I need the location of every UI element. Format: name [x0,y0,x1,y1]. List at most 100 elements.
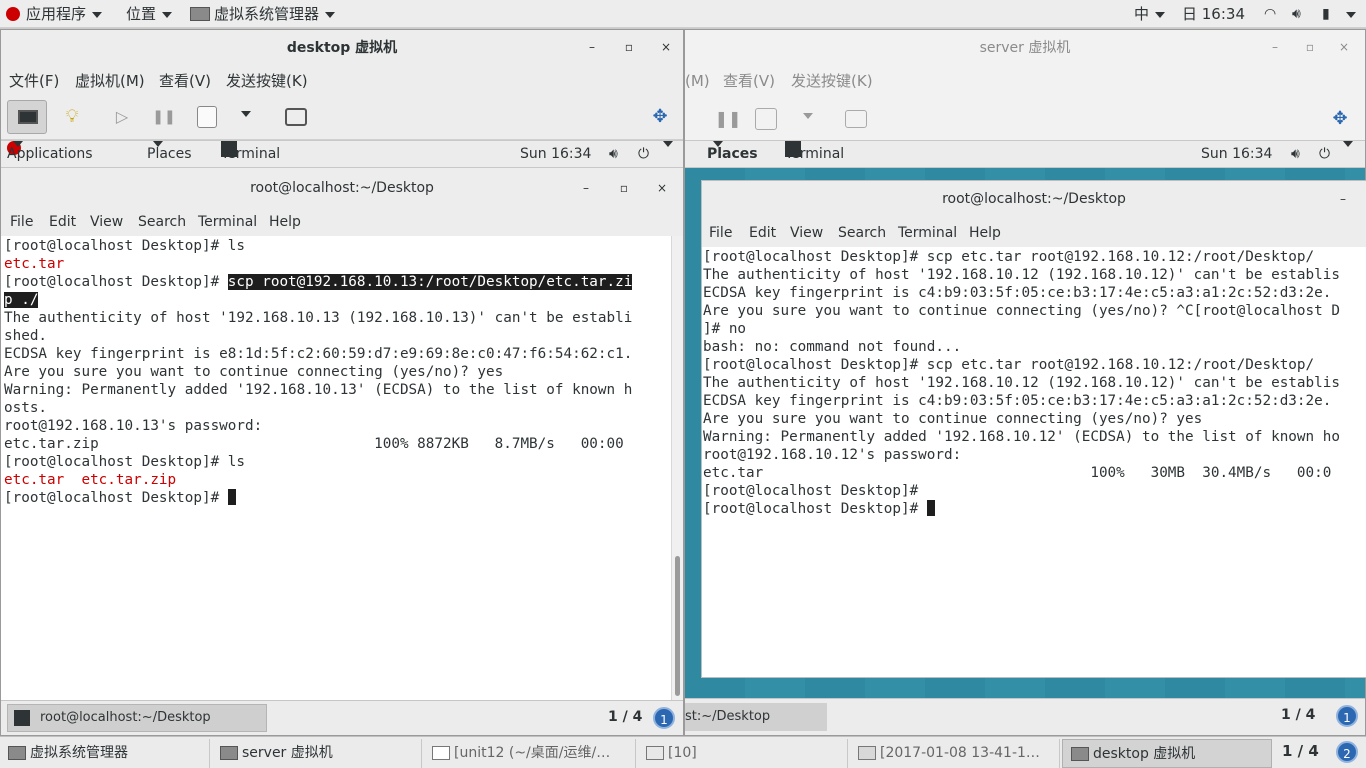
menu-vm[interactable]: (M) [685,66,710,96]
details-lightbulb-icon[interactable]: 💡︎ [57,102,87,132]
text-editor-icon [432,746,450,760]
terminal-text: ECDSA key fingerprint is c4:b9:03:5f:05:… [703,393,1332,409]
terminal-menu-view[interactable]: View [90,208,123,236]
taskbar-item-screenshot[interactable]: [2017-01-08 13-41-1… [850,739,1060,768]
guest-volume-icon[interactable]: 🔊︎ [609,141,618,167]
virt-manager-icon [220,746,238,760]
terminal-text: [root@localhost Desktop]# ls [4,238,246,254]
maximize-button[interactable]: ▫ [622,40,636,54]
guest-power-icon[interactable]: ⏻ [638,141,649,167]
vm-menubar: (M) 查看(V) 发送按键(K) [685,66,1365,96]
taskbar-item-desktop-vm[interactable]: desktop 虚拟机 [1062,739,1272,768]
desktop-terminal-window: root@localhost:~/Desktop – ▫ × File Edit… [1,170,683,700]
guest-taskbar-item[interactable]: st:~/Desktop [685,703,827,731]
terminal-line: shed. [4,327,668,345]
terminal-line: Warning: Permanently added '192.168.10.1… [703,428,1365,446]
volume-icon[interactable]: 🔊︎ [1292,0,1301,28]
terminal-text: etc.tar etc.tar.zip [4,472,177,488]
guest-volume-icon[interactable]: 🔊︎ [1291,141,1300,167]
workspace-pager-label[interactable]: 1 / 4 [1282,742,1319,760]
terminal-menu-file[interactable]: File [709,219,732,247]
terminal-menu-search[interactable]: Search [138,208,186,236]
snapshot-icon[interactable] [845,110,867,128]
power-icon[interactable] [197,106,217,128]
vm-toolbar: 💡︎ ▷ ❚❚ ✥ [1,96,683,140]
terminal-line: etc.tar etc.tar.zip [4,471,668,489]
fullscreen-icon[interactable]: ✥ [1325,104,1355,134]
minimize-button[interactable]: – [1268,40,1282,54]
workspace-pager-label[interactable]: 1 / 4 [608,709,642,725]
terminal-text: [root@localhost Desktop]# scp etc.tar ro… [703,249,1315,265]
terminal-menu-terminal[interactable]: Terminal [898,219,957,247]
terminal-close-button[interactable]: × [655,181,669,195]
places-menu[interactable]: 位置 [126,0,173,28]
menu-view[interactable]: 查看(V) [159,66,211,96]
terminal-text: ECDSA key fingerprint is e8:1d:5f:c2:60:… [4,346,633,362]
terminal-minimize-button[interactable]: – [1336,192,1350,206]
pause-icon[interactable]: ❚❚ [149,102,179,132]
menu-view[interactable]: 查看(V) [723,66,775,96]
terminal-menu-edit[interactable]: Edit [49,208,76,236]
terminal-scrollbar[interactable] [671,236,683,700]
terminal-menu-terminal[interactable]: Terminal [198,208,257,236]
menu-send-key[interactable]: 发送按键(K) [226,66,308,96]
terminal-icon [14,710,30,726]
input-method-indicator[interactable]: 中 [1134,0,1166,28]
monitor-icon [18,110,38,124]
wifi-icon[interactable]: ◠ [1264,0,1276,28]
maximize-button[interactable]: ▫ [1303,40,1317,54]
workspace-pager-badge[interactable]: 1 [1336,705,1358,727]
console-view-button[interactable] [7,100,47,134]
guest-taskbar-item[interactable]: root@localhost:~/Desktop [7,704,267,732]
terminal-menu-edit[interactable]: Edit [749,219,776,247]
terminal-text: etc.tar 100% 30MB 30.4MB/s 00:0 [703,465,1332,481]
fullscreen-icon[interactable]: ✥ [645,102,675,132]
taskbar-item-server-vm[interactable]: server 虚拟机 [212,739,422,768]
power-icon[interactable] [755,108,777,130]
guest-clock[interactable]: Sun 16:34 [520,141,591,167]
close-button[interactable]: × [659,40,673,54]
close-button[interactable]: × [1337,40,1351,54]
terminal-text: The authenticity of host '192.168.10.12 … [703,375,1340,391]
terminal-output[interactable]: [root@localhost Desktop]# scp etc.tar ro… [702,247,1366,677]
host-top-bar: 应用程序 位置 虚拟系统管理器 中 日 16:34 ◠ 🔊︎ ▮ [0,0,1366,28]
apps-menu[interactable]: 应用程序 [6,0,103,28]
clock[interactable]: 日 16:34 [1182,0,1245,28]
system-menu-caret-icon[interactable] [1346,0,1356,28]
menu-vm[interactable]: 虚拟机(M) [75,66,145,96]
minimize-button[interactable]: – [585,40,599,54]
terminal-menu-view[interactable]: View [790,219,823,247]
guest-power-icon[interactable]: ⏻ [1319,141,1330,167]
workspace-pager-label[interactable]: 1 / 4 [1281,707,1315,723]
terminal-line: Are you sure you want to continue connec… [703,410,1365,428]
battery-icon[interactable]: ▮ [1322,0,1330,28]
snapshot-icon[interactable] [285,108,307,126]
workspace-pager-badge[interactable]: 1 [653,707,675,729]
terminal-minimize-button[interactable]: – [579,181,593,195]
taskbar-item-unit12[interactable]: [unit12 (~/桌面/运维/… [424,739,636,768]
terminal-cursor [227,489,236,505]
terminal-menu-search[interactable]: Search [838,219,886,247]
pause-icon[interactable]: ❚❚ [713,104,743,134]
terminal-menu-file[interactable]: File [10,208,33,236]
terminal-menu-help[interactable]: Help [969,219,1001,247]
taskbar-item-10[interactable]: [10] [638,739,848,768]
menu-file[interactable]: 文件(F) [9,66,59,96]
app-menu-virt-manager[interactable]: 虚拟系统管理器 [190,0,336,28]
power-menu-icon[interactable] [235,106,265,136]
scrollbar-thumb[interactable] [675,556,680,696]
run-icon[interactable]: ▷ [107,102,137,132]
terminal-maximize-button[interactable]: ▫ [617,181,631,195]
power-menu-icon[interactable] [797,108,827,138]
terminal-output[interactable]: [root@localhost Desktop]# ls etc.tar [root… [1,236,671,700]
terminal-text: ]# no [703,321,747,337]
menu-send-key[interactable]: 发送按键(K) [791,66,873,96]
terminal-text: p ./ [4,292,39,308]
terminal-menubar: File Edit View Search Terminal Help [1,208,683,236]
taskbar-item-virt-manager[interactable]: 虚拟系统管理器 [0,739,210,768]
terminal-text: Are you sure you want to continue connec… [4,364,504,380]
terminal-line: [root@localhost Desktop]# [4,489,668,507]
workspace-pager-badge[interactable]: 2 [1336,741,1358,763]
guest-clock[interactable]: Sun 16:34 [1201,141,1272,167]
terminal-menu-help[interactable]: Help [269,208,301,236]
